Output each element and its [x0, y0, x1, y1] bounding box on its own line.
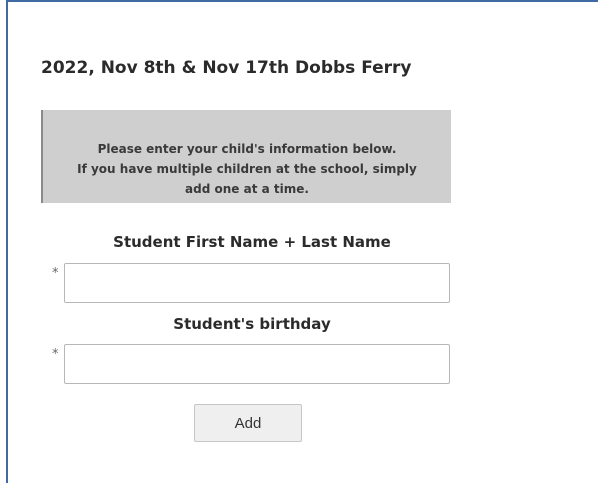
add-button[interactable]: Add	[194, 404, 302, 442]
required-marker: *	[52, 347, 59, 362]
student-birthday-input[interactable]	[64, 344, 450, 384]
notice-line: add one at a time.	[185, 182, 309, 196]
student-name-label: Student First Name + Last Name	[113, 233, 391, 251]
required-marker: *	[52, 266, 59, 281]
instructions-notice: Please enter your child's information be…	[41, 110, 451, 203]
form-frame: 2022, Nov 8th & Nov 17th Dobbs Ferry Ple…	[6, 0, 598, 483]
notice-line: If you have multiple children at the sch…	[77, 162, 417, 176]
notice-line: Please enter your child's information be…	[97, 142, 397, 156]
student-birthday-label: Student's birthday	[173, 315, 331, 333]
page-title: 2022, Nov 8th & Nov 17th Dobbs Ferry	[41, 58, 412, 78]
student-name-input[interactable]	[64, 263, 450, 303]
